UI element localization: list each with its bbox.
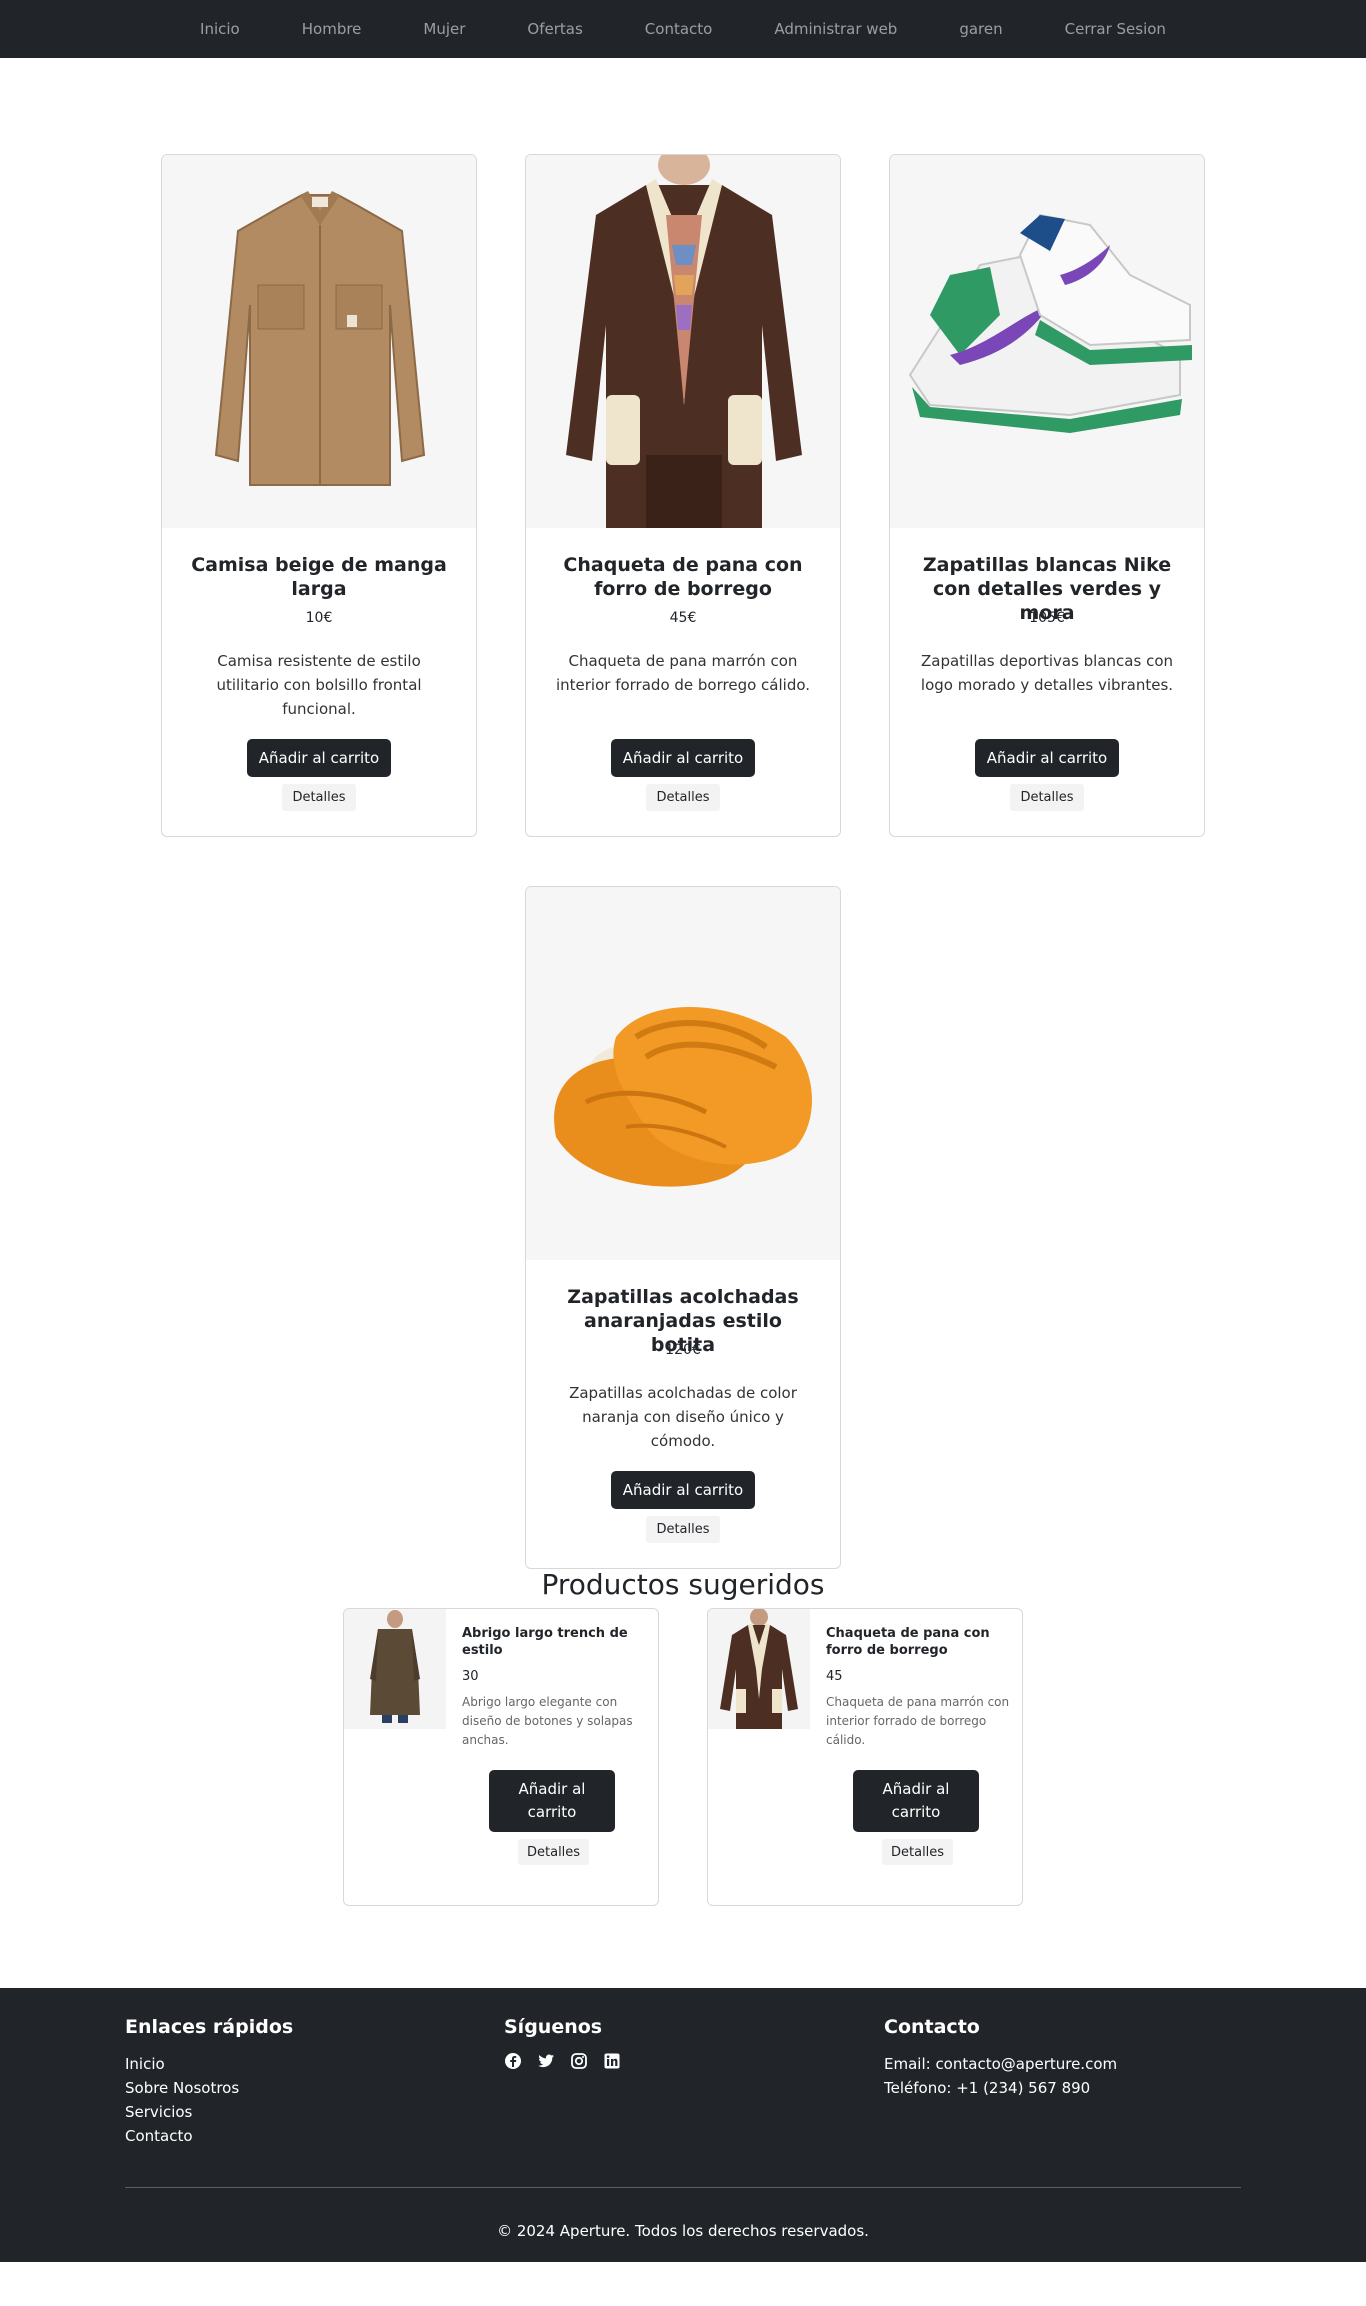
details-button[interactable]: Detalles [646,784,720,811]
footer-link-sobre-nosotros[interactable]: Sobre Nosotros [125,2076,293,2100]
suggested-image-corduroy-jacket[interactable] [708,1609,810,1729]
social-links [504,2052,621,2070]
suggested-image-trench-coat[interactable] [344,1609,446,1729]
suggested-description: Chaqueta de pana marrón con interior for… [826,1695,1010,1747]
add-to-cart-button[interactable]: Añadir al carrito [853,1770,979,1832]
add-to-cart-label: Añadir al [882,1780,950,1798]
footer-follow-title: Síguenos [504,2016,603,2038]
product-description: Chaqueta de pana marrón con interior for… [555,652,811,694]
footer-link-inicio[interactable]: Inicio [125,2052,293,2076]
jacket-illustration [708,1609,810,1729]
product-image-corduroy-jacket[interactable] [526,155,840,528]
nav-link-mujer[interactable]: Mujer [392,0,496,58]
details-button[interactable]: Detalles [282,784,356,811]
footer: Enlaces rápidos Inicio Sobre Nosotros Se… [0,1988,1366,2262]
top-navbar: Inicio Hombre Mujer Ofertas Contacto Adm… [0,0,1366,58]
product-image-beige-shirt[interactable] [162,155,476,528]
suggested-card: Abrigo largo trench de estilo 30 Abrigo … [343,1608,659,1906]
details-button[interactable]: Detalles [518,1839,590,1865]
jacket-illustration [526,155,840,528]
footer-link-contacto[interactable]: Contacto [125,2124,293,2148]
product-price: 120€ [665,1342,701,1358]
suggested-title: Chaqueta de pana con forro de borrego [826,1626,990,1658]
details-button[interactable]: Detalles [646,1516,720,1543]
product-card: Camisa beige de manga larga 10€ Camisa r… [161,154,477,837]
footer-contact: Contacto Email: contacto@aperture.com Te… [884,2016,1117,2100]
suggested-heading: Productos sugeridos [541,1568,825,1601]
nav-link-ofertas[interactable]: Ofertas [496,0,613,58]
facebook-icon[interactable] [504,2052,522,2070]
sneakers-illustration [890,155,1204,528]
add-to-cart-label: carrito [527,1803,577,1821]
footer-quick-links: Enlaces rápidos Inicio Sobre Nosotros Se… [125,2016,293,2148]
add-to-cart-button[interactable]: Añadir al carrito [246,739,392,777]
shirt-illustration [162,155,476,528]
footer-link-servicios[interactable]: Servicios [125,2100,293,2124]
product-price: 105€ [1029,610,1065,626]
nav-link-inicio[interactable]: Inicio [169,0,271,58]
nav-link-contacto[interactable]: Contacto [614,0,744,58]
product-card: Zapatillas acolchadas anaranjadas estilo… [525,886,841,1569]
footer-email: Email: contacto@aperture.com [884,2055,1118,2073]
suggested-card: Chaqueta de pana con forro de borrego 45… [707,1608,1023,1906]
details-button[interactable]: Detalles [1010,784,1084,811]
product-description: Zapatillas deportivas blancas con logo m… [920,652,1174,694]
product-title: Zapatillas acolchadas anaranjadas estilo… [567,1286,799,1356]
footer-copyright: © 2024 Aperture. Todos los derechos rese… [497,2222,869,2240]
product-card: Chaqueta de pana con forro de borrego 45… [525,154,841,837]
product-description: Camisa resistente de estilo utilitario c… [216,652,422,718]
suggested-title: Abrigo largo trench de estilo [462,1626,628,1658]
suggested-price: 45 [826,1669,843,1684]
add-to-cart-label: carrito [891,1803,941,1821]
product-title: Camisa beige de manga larga [191,554,447,600]
product-title: Zapatillas blancas Nike con detalles ver… [922,554,1172,624]
footer-follow: Síguenos [504,2016,621,2070]
add-to-cart-button[interactable]: Añadir al carrito [489,1770,615,1832]
nav-link-hombre[interactable]: Hombre [271,0,393,58]
product-price: 45€ [669,610,697,626]
add-to-cart-button[interactable]: Añadir al carrito [610,1471,756,1509]
instagram-icon[interactable] [570,2052,588,2070]
linkedin-icon[interactable] [603,2052,621,2070]
product-description: Zapatillas acolchadas de color naranja c… [569,1384,797,1450]
footer-quick-links-title: Enlaces rápidos [125,2016,294,2038]
suggested-price: 30 [462,1669,479,1684]
suggested-description: Abrigo largo elegante con diseño de boto… [462,1695,633,1747]
twitter-icon[interactable] [537,2052,555,2070]
footer-contact-title: Contacto [884,2016,980,2038]
footer-divider [125,2187,1241,2188]
suggested-products: Productos sugeridos Abrigo largo trench … [0,1568,1366,1988]
nav-link-user[interactable]: garen [928,0,1033,58]
product-card: Zapatillas blancas Nike con detalles ver… [889,154,1205,837]
details-button[interactable]: Detalles [882,1839,954,1865]
add-to-cart-label: Añadir al [518,1780,586,1798]
product-image-orange-puffy-shoes[interactable] [526,887,840,1260]
nav-link-administrar-web[interactable]: Administrar web [743,0,928,58]
add-to-cart-button[interactable]: Añadir al carrito [610,739,756,777]
product-title: Chaqueta de pana con forro de borrego [563,554,803,600]
product-grid: Camisa beige de manga larga 10€ Camisa r… [0,58,1366,1569]
product-price: 10€ [305,610,333,626]
add-to-cart-button[interactable]: Añadir al carrito [974,739,1120,777]
product-image-white-sneakers[interactable] [890,155,1204,528]
nav-link-cerrar-sesion[interactable]: Cerrar Sesion [1034,0,1197,58]
trench-coat-illustration [344,1609,446,1729]
orange-shoes-illustration [526,887,840,1260]
footer-phone: Teléfono: +1 (234) 567 890 [884,2079,1091,2097]
